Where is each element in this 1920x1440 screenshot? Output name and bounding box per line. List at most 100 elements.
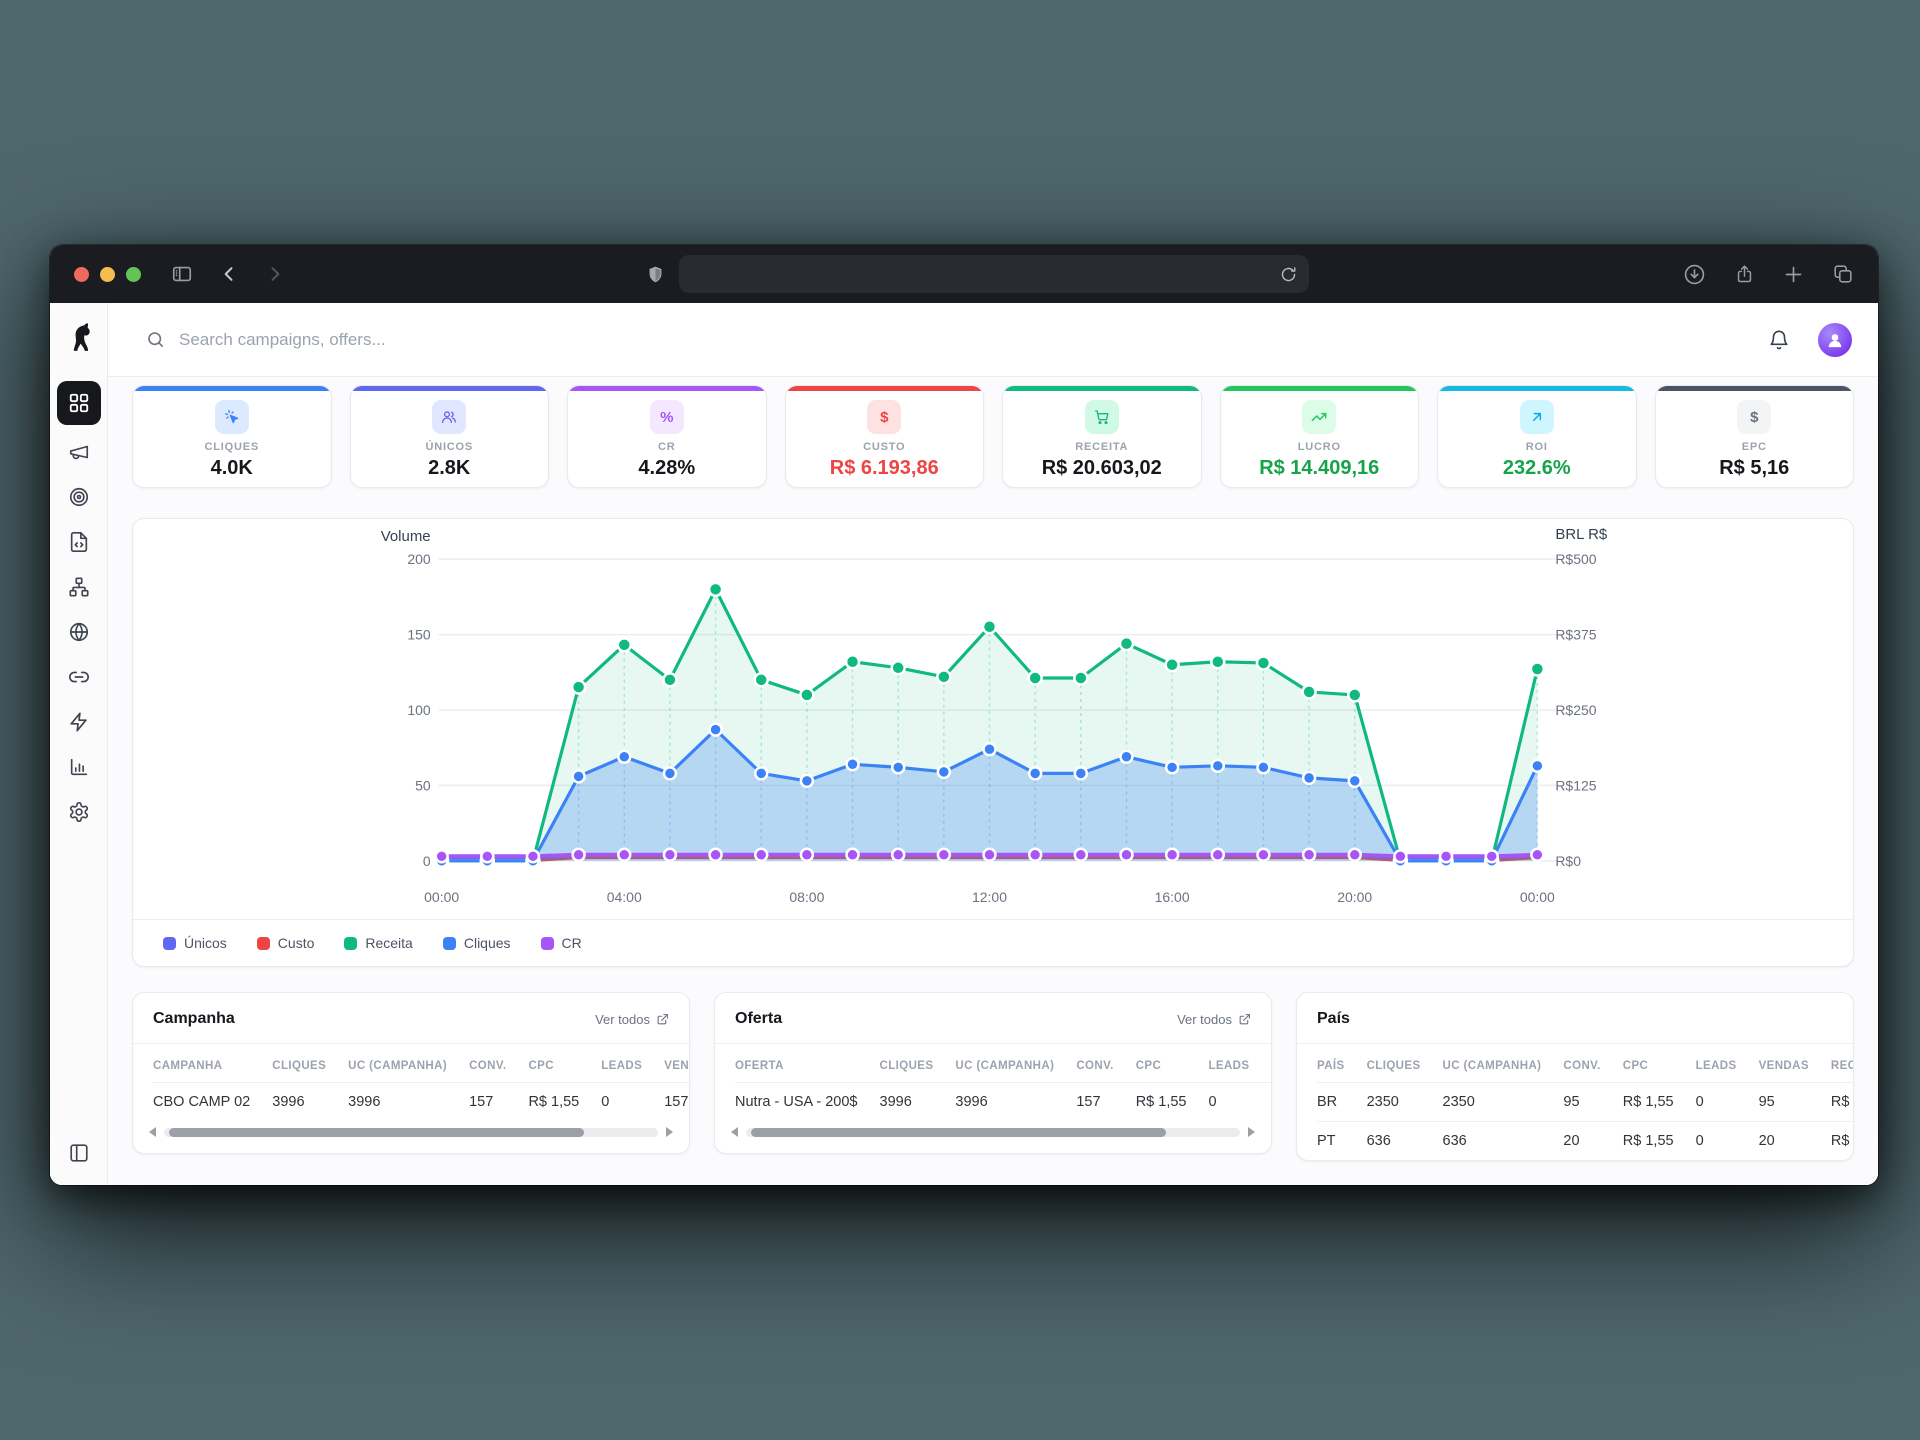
- sidebar-item-link-icon[interactable]: [58, 659, 100, 695]
- downloads-icon[interactable]: [1683, 263, 1706, 286]
- table-cell: 0: [601, 1083, 664, 1122]
- kpi-value: R$ 5,16: [1719, 457, 1789, 480]
- bell-icon[interactable]: [1768, 329, 1790, 351]
- forward-icon[interactable]: [265, 264, 285, 284]
- kpi-accent-bar: [568, 386, 766, 391]
- column-header: CPC: [1136, 1048, 1209, 1083]
- sidebar-item-dashboard-icon[interactable]: [57, 381, 101, 425]
- scroll-thumb[interactable]: [169, 1128, 584, 1137]
- table-cell: 3996: [955, 1083, 1076, 1122]
- kpi-label: RECEITA: [1075, 441, 1128, 453]
- dollar-icon: $: [1737, 400, 1771, 434]
- kpi-label: CR: [658, 441, 676, 453]
- svg-text:150: 150: [407, 627, 431, 643]
- arrow-up-right-icon: [1520, 400, 1554, 434]
- table-cell: 636: [1443, 1122, 1564, 1161]
- sidebar-item-bar-chart-icon[interactable]: [58, 749, 100, 785]
- search-icon: [146, 330, 165, 349]
- kpi-card-epc: $EPCR$ 5,16: [1655, 385, 1855, 488]
- legend-item-receita[interactable]: Receita: [344, 935, 412, 951]
- legend-swatch: [257, 937, 270, 950]
- scroll-right-icon[interactable]: [666, 1127, 673, 1137]
- share-icon[interactable]: [1734, 263, 1755, 286]
- column-header: UC (CAMPANHA): [1443, 1048, 1564, 1083]
- ver-todos-link[interactable]: Ver todos: [595, 1012, 669, 1027]
- kpi-card-custo: $CUSTOR$ 6.193,86: [785, 385, 985, 488]
- scroll-left-icon[interactable]: [731, 1127, 738, 1137]
- users-icon: [432, 400, 466, 434]
- sidebar-toggle-icon[interactable]: [171, 263, 193, 285]
- scroll-track[interactable]: [746, 1128, 1240, 1137]
- browser-titlebar: [50, 245, 1878, 303]
- svg-text:200: 200: [407, 551, 431, 567]
- column-header: CLIQUES: [880, 1048, 956, 1083]
- column-header: UC (CAMPANHA): [348, 1048, 469, 1083]
- legend-swatch: [443, 937, 456, 950]
- privacy-shield-icon[interactable]: [646, 264, 665, 285]
- app-topbar: [108, 303, 1878, 377]
- column-header: LEADS: [1208, 1048, 1271, 1083]
- svg-text:08:00: 08:00: [789, 889, 824, 905]
- ver-todos-link[interactable]: Ver todos: [1177, 1012, 1251, 1027]
- kpi-value: 4.0K: [211, 457, 253, 480]
- legend-item-custo[interactable]: Custo: [257, 935, 315, 951]
- scroll-right-icon[interactable]: [1248, 1127, 1255, 1137]
- trending-up-icon: [1302, 400, 1336, 434]
- legend-item-únicos[interactable]: Únicos: [163, 935, 227, 951]
- horizontal-scrollbar[interactable]: [149, 1127, 673, 1137]
- table-cell: 0: [1696, 1122, 1759, 1161]
- table-cell: R$ 1,55: [528, 1083, 601, 1122]
- horizontal-scrollbar[interactable]: [731, 1127, 1255, 1137]
- scroll-thumb[interactable]: [751, 1128, 1166, 1137]
- dog-logo[interactable]: [50, 303, 107, 377]
- svg-text:Volume: Volume: [381, 528, 431, 545]
- legend-item-cr[interactable]: CR: [541, 935, 582, 951]
- sidebar: [50, 303, 108, 1185]
- column-header: CLIQUES: [1367, 1048, 1443, 1083]
- search-bar[interactable]: [146, 330, 1754, 350]
- scroll-track[interactable]: [164, 1128, 658, 1137]
- kpi-accent-bar: [1438, 386, 1636, 391]
- avatar[interactable]: [1818, 323, 1852, 357]
- table-card-país: PaísPAÍSCLIQUESUC (CAMPANHA)CONV.CPCLEAD…: [1296, 992, 1854, 1161]
- svg-text:R$0: R$0: [1555, 853, 1581, 869]
- tab-overview-icon[interactable]: [1832, 263, 1854, 285]
- scroll-left-icon[interactable]: [149, 1127, 156, 1137]
- data-table: CAMPANHACLIQUESUC (CAMPANHA)CONV.CPCLEAD…: [153, 1048, 690, 1121]
- address-bar[interactable]: [679, 255, 1309, 293]
- sidebar-item-megaphone-icon[interactable]: [58, 434, 100, 470]
- close-button[interactable]: [74, 267, 89, 282]
- zoom-button[interactable]: [126, 267, 141, 282]
- table-title: Campanha: [153, 1010, 235, 1028]
- new-tab-icon[interactable]: [1783, 264, 1804, 285]
- column-header: CLIQUES: [272, 1048, 348, 1083]
- kpi-accent-bar: [133, 386, 331, 391]
- kpi-card-cr: %CR4.28%: [567, 385, 767, 488]
- kpi-label: LUCRO: [1298, 441, 1341, 453]
- sidebar-item-settings-icon[interactable]: [58, 794, 100, 830]
- percent-icon: %: [650, 400, 684, 434]
- sidebar-item-globe-icon[interactable]: [58, 614, 100, 650]
- column-header: LEADS: [601, 1048, 664, 1083]
- sidebar-item-zap-icon[interactable]: [58, 704, 100, 740]
- table-cell: PT: [1317, 1122, 1367, 1161]
- data-table: PAÍSCLIQUESUC (CAMPANHA)CONV.CPCLEADSVEN…: [1317, 1048, 1854, 1160]
- table-card-campanha: Campanha Ver todos CAMPANHACLIQUESUC (CAMP…: [132, 992, 690, 1154]
- minimize-button[interactable]: [100, 267, 115, 282]
- data-table: OFERTACLIQUESUC (CAMPANHA)CONV.CPCLEADSV…: [735, 1048, 1272, 1121]
- sidebar-item-file-code-icon[interactable]: [58, 524, 100, 560]
- legend-item-cliques[interactable]: Cliques: [443, 935, 511, 951]
- table-title: Oferta: [735, 1010, 782, 1028]
- table-cell: 157: [469, 1083, 528, 1122]
- table-cell: 2350: [1367, 1083, 1443, 1122]
- table-cell: 95: [1759, 1083, 1831, 1122]
- table-cell: 157: [664, 1083, 690, 1122]
- reload-icon[interactable]: [1280, 266, 1297, 283]
- search-input[interactable]: [179, 330, 599, 350]
- sidebar-item-target-icon[interactable]: [58, 479, 100, 515]
- cursor-click-icon: [215, 400, 249, 434]
- kpi-value: R$ 20.603,02: [1042, 457, 1162, 480]
- panel-collapse-icon[interactable]: [68, 1142, 90, 1169]
- sidebar-item-hierarchy-icon[interactable]: [58, 569, 100, 605]
- back-icon[interactable]: [219, 264, 239, 284]
